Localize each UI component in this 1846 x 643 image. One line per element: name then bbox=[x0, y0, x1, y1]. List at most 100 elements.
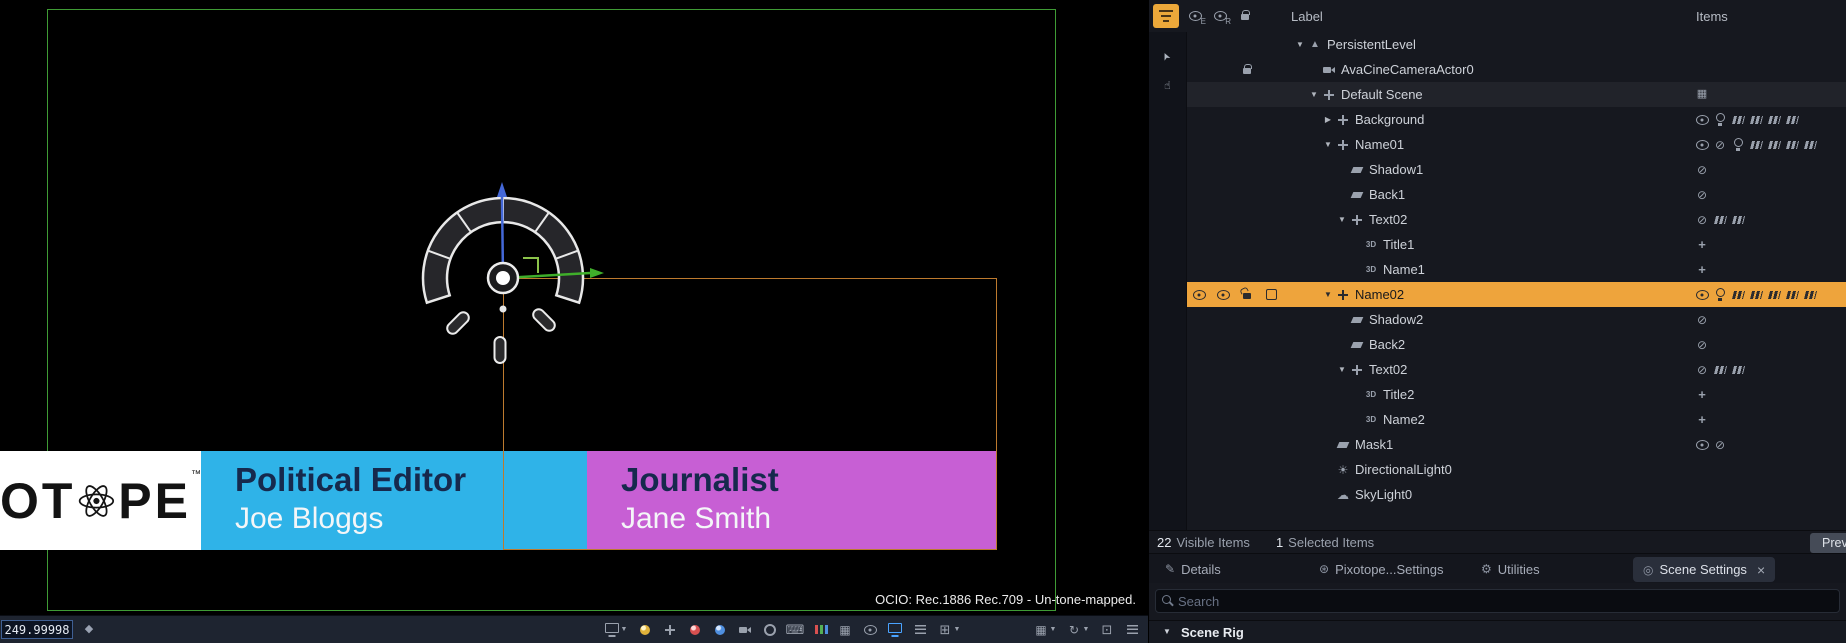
expander-down-icon[interactable] bbox=[1335, 212, 1349, 228]
unlock-icon[interactable] bbox=[1239, 287, 1255, 303]
search-input[interactable] bbox=[1176, 592, 1835, 610]
plus-icon[interactable] bbox=[1694, 237, 1710, 253]
eye-icon[interactable] bbox=[1694, 112, 1710, 128]
lock-toggle[interactable] bbox=[1237, 8, 1253, 24]
grid-snap-dropdown[interactable] bbox=[1033, 622, 1057, 638]
eye-e-toggle[interactable]: E bbox=[1187, 8, 1206, 26]
close-icon[interactable]: × bbox=[1757, 562, 1765, 578]
eye-icon[interactable] bbox=[1694, 287, 1710, 303]
strip-icon[interactable] bbox=[1730, 212, 1746, 228]
slash-icon[interactable] bbox=[1694, 337, 1710, 353]
label-column-header[interactable]: Label bbox=[1291, 9, 1323, 24]
slash-icon[interactable] bbox=[1694, 162, 1710, 178]
checkbox-icon[interactable] bbox=[1263, 287, 1279, 303]
strip-icon[interactable] bbox=[1712, 362, 1728, 378]
focus-target-toggle[interactable] bbox=[762, 622, 778, 638]
tab-utilities[interactable]: ⚙ Utilities bbox=[1481, 558, 1540, 580]
expander-right-icon[interactable] bbox=[1321, 112, 1335, 128]
strip-icon[interactable] bbox=[1784, 112, 1800, 128]
viewport[interactable]: OT PE ™ Political Editor Joe Bloggs Jour… bbox=[0, 0, 1148, 643]
tab-pixotope-settings[interactable]: ⊛ Pixotope...Settings bbox=[1319, 558, 1443, 580]
eye-icon[interactable] bbox=[1191, 287, 1207, 303]
tree-row-background[interactable]: Background bbox=[1187, 107, 1846, 132]
strip-icon[interactable] bbox=[1802, 287, 1818, 303]
tree-row-back2[interactable]: Back2 bbox=[1187, 332, 1846, 357]
tree-row-title2[interactable]: Title2 bbox=[1187, 382, 1846, 407]
tree-row-shadow1[interactable]: Shadow1 bbox=[1187, 157, 1846, 182]
expander-down-icon[interactable] bbox=[1335, 362, 1349, 378]
show-flag-red[interactable] bbox=[687, 622, 703, 638]
tree-row-skylight0[interactable]: SkyLight0 bbox=[1187, 482, 1846, 507]
strip-icon[interactable] bbox=[1784, 137, 1800, 153]
expander-down-icon[interactable] bbox=[1321, 287, 1335, 303]
strip-icon[interactable] bbox=[1748, 112, 1764, 128]
tab-details[interactable]: ✎ Details bbox=[1165, 558, 1221, 580]
filter-button[interactable] bbox=[1153, 4, 1179, 28]
tree-row-back1[interactable]: Back1 bbox=[1187, 182, 1846, 207]
tree-row-name1[interactable]: Name1 bbox=[1187, 257, 1846, 282]
strip-icon[interactable] bbox=[1748, 137, 1764, 153]
slash-icon[interactable] bbox=[1712, 137, 1728, 153]
strip-icon[interactable] bbox=[1802, 137, 1818, 153]
hand-icon[interactable] bbox=[1160, 78, 1176, 94]
checker-overlay-toggle[interactable] bbox=[837, 622, 853, 638]
tree-row-directionallight0[interactable]: DirectionalLight0 bbox=[1187, 457, 1846, 482]
keyframe-diamond-icon[interactable] bbox=[81, 622, 97, 638]
rotation-snap-dropdown[interactable] bbox=[1066, 622, 1090, 638]
tree-row-shadow2[interactable]: Shadow2 bbox=[1187, 307, 1846, 332]
pattern-icon[interactable] bbox=[1694, 87, 1710, 103]
eye-r-toggle[interactable]: R bbox=[1212, 8, 1231, 26]
items-column-header[interactable]: Items bbox=[1696, 9, 1728, 24]
viewport-options[interactable] bbox=[1124, 622, 1140, 638]
tree-row-avacinecameraactor0[interactable]: AvaCineCameraActor0 bbox=[1187, 57, 1846, 82]
rgb-channels-toggle[interactable] bbox=[812, 622, 828, 638]
transform-gizmo[interactable] bbox=[396, 166, 610, 380]
plus-icon[interactable] bbox=[1694, 262, 1710, 278]
eye-icon[interactable] bbox=[1694, 137, 1710, 153]
preview-button[interactable]: Preview bbox=[1810, 533, 1846, 553]
slash-icon[interactable] bbox=[1694, 212, 1710, 228]
strip-icon[interactable] bbox=[1730, 362, 1746, 378]
tree-row-persistentlevel[interactable]: PersistentLevel bbox=[1187, 32, 1846, 57]
tab-scene-settings[interactable]: ◎ Scene Settings × bbox=[1633, 557, 1776, 582]
strip-icon[interactable] bbox=[1712, 212, 1728, 228]
slash-icon[interactable] bbox=[1712, 437, 1728, 453]
tree-row-name2[interactable]: Name2 bbox=[1187, 407, 1846, 432]
strip-icon[interactable] bbox=[1784, 287, 1800, 303]
eye-icon[interactable] bbox=[1215, 287, 1231, 303]
scene-rig-header[interactable]: Scene Rig bbox=[1149, 620, 1846, 643]
plus-icon[interactable] bbox=[1694, 412, 1710, 428]
strip-icon[interactable] bbox=[1730, 112, 1746, 128]
output-monitor-toggle[interactable] bbox=[887, 622, 903, 638]
tree-row-text02[interactable]: Text02 bbox=[1187, 207, 1846, 232]
layers-dropdown[interactable] bbox=[937, 622, 961, 638]
view-mode-dropdown[interactable] bbox=[604, 622, 628, 638]
expander-down-icon[interactable] bbox=[1307, 87, 1321, 103]
visibility-toggle[interactable] bbox=[862, 622, 878, 638]
game-input-toggle[interactable] bbox=[787, 622, 803, 638]
expander-down-icon[interactable] bbox=[1293, 37, 1307, 53]
tree-row-title1[interactable]: Title1 bbox=[1187, 232, 1846, 257]
show-flag-blue[interactable] bbox=[712, 622, 728, 638]
tree-row-name01[interactable]: Name01 bbox=[1187, 132, 1846, 157]
plus-icon[interactable] bbox=[1694, 387, 1710, 403]
screen-frame-toggle[interactable] bbox=[1099, 622, 1115, 638]
camera-view-toggle[interactable] bbox=[737, 622, 753, 638]
stats-list-toggle[interactable] bbox=[912, 622, 928, 638]
bulb-icon[interactable] bbox=[1712, 287, 1728, 303]
tree-row-default-scene[interactable]: Default Scene bbox=[1187, 82, 1846, 107]
strip-icon[interactable] bbox=[1766, 112, 1782, 128]
strip-icon[interactable] bbox=[1766, 287, 1782, 303]
tree-row-text02[interactable]: Text02 bbox=[1187, 357, 1846, 382]
tree-row-mask1[interactable]: Mask1 bbox=[1187, 432, 1846, 457]
transform-tool[interactable] bbox=[662, 622, 678, 638]
lock-icon[interactable] bbox=[1239, 62, 1255, 78]
lit-shading-toggle[interactable] bbox=[637, 622, 653, 638]
slash-icon[interactable] bbox=[1694, 312, 1710, 328]
eye-icon[interactable] bbox=[1694, 437, 1710, 453]
strip-icon[interactable] bbox=[1730, 287, 1746, 303]
tree-row-name02[interactable]: Name02 bbox=[1187, 282, 1846, 307]
expander-down-icon[interactable] bbox=[1321, 137, 1335, 153]
bulb-icon[interactable] bbox=[1730, 137, 1746, 153]
strip-icon[interactable] bbox=[1748, 287, 1764, 303]
